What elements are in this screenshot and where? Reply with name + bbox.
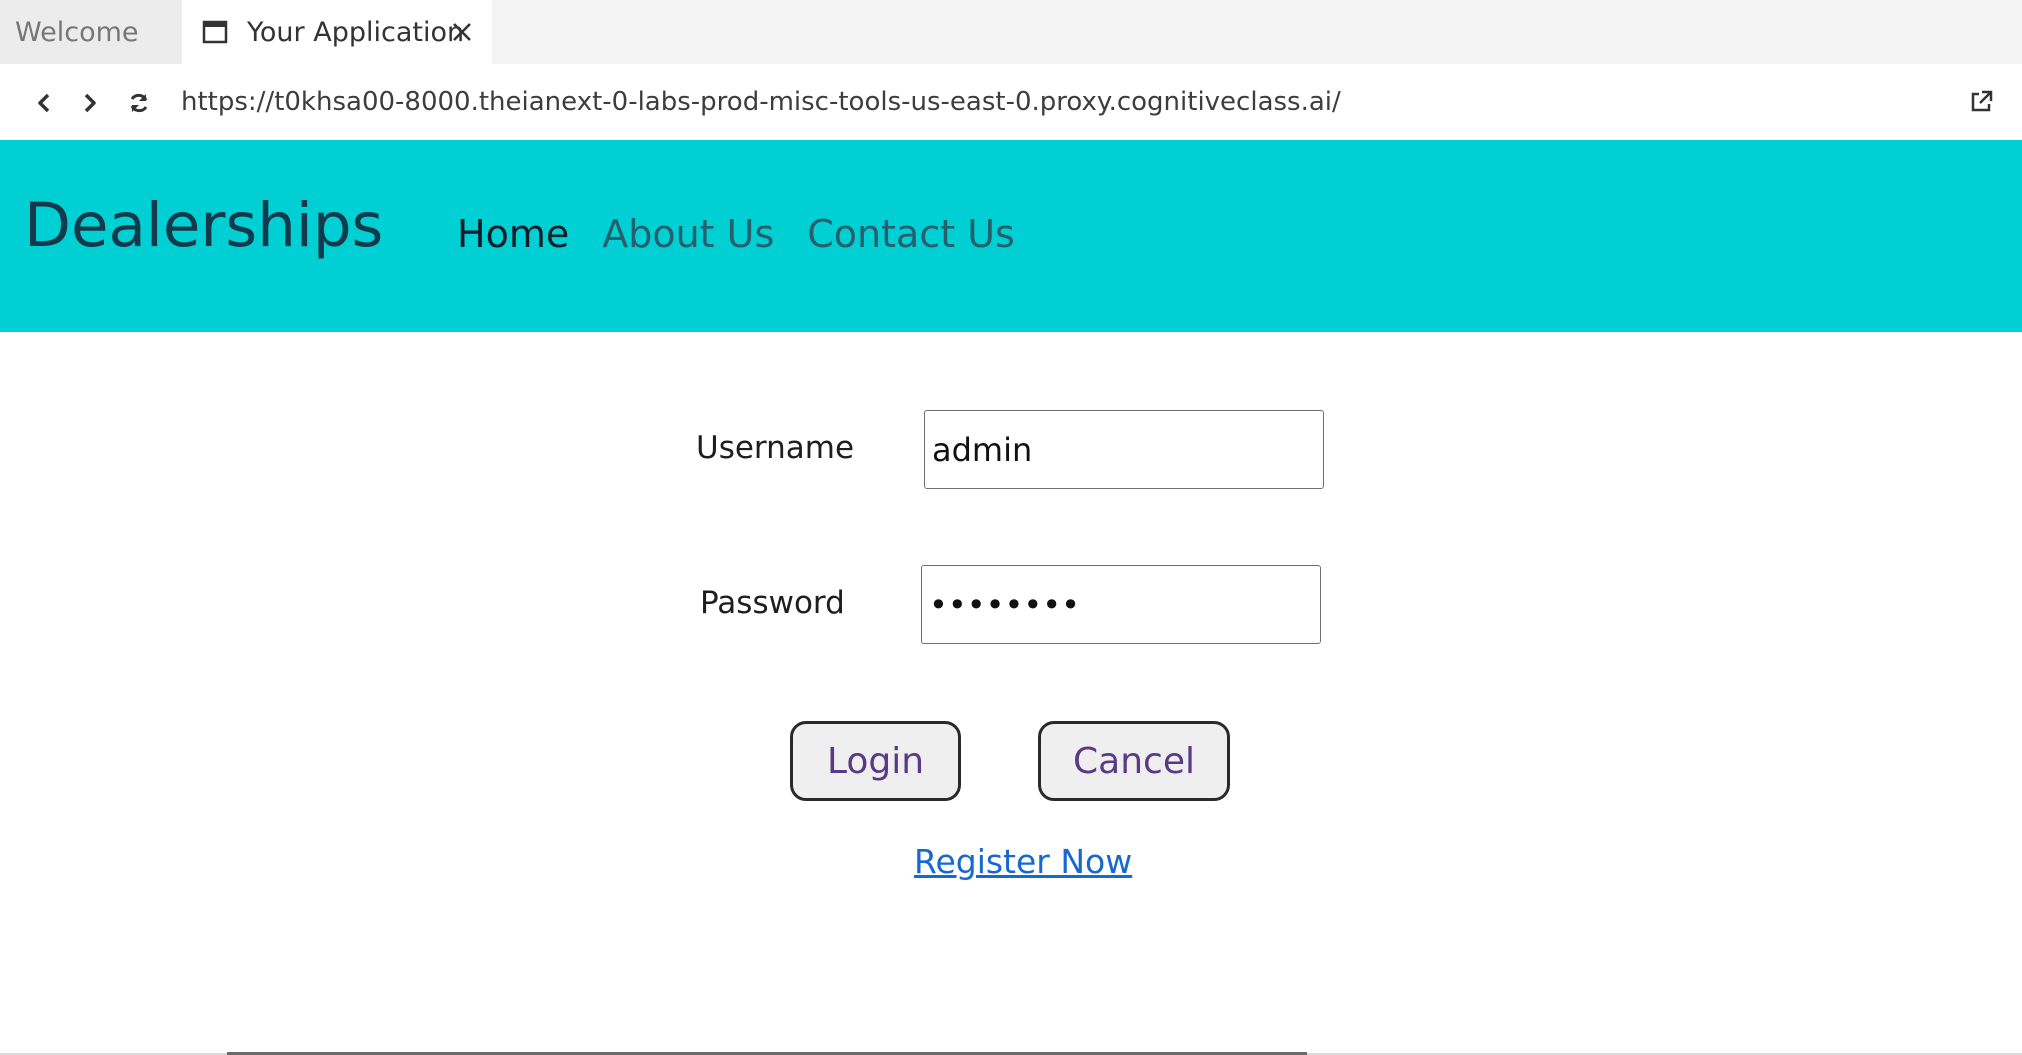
tab-label: Your Application xyxy=(247,16,465,48)
tab-welcome[interactable]: Welcome xyxy=(0,0,182,64)
open-external-icon[interactable] xyxy=(1968,89,1996,117)
close-icon[interactable] xyxy=(448,18,476,46)
browser-window-icon xyxy=(202,19,228,45)
site-navbar: Dealerships Home About Us Contact Us xyxy=(0,140,2022,332)
browser-toolbar: https://t0khsa00-8000.theianext-0-labs-p… xyxy=(0,64,2022,140)
nav-about-us[interactable]: About Us xyxy=(602,212,774,256)
tab-label: Welcome xyxy=(15,16,139,48)
refresh-icon[interactable] xyxy=(124,88,154,118)
password-input[interactable] xyxy=(921,565,1321,644)
nav-links: Home About Us Contact Us xyxy=(457,212,1015,256)
address-bar-url[interactable]: https://t0khsa00-8000.theianext-0-labs-p… xyxy=(181,84,1341,120)
register-now-link[interactable]: Register Now xyxy=(914,842,1132,881)
tab-your-application[interactable]: Your Application xyxy=(182,0,492,64)
tab-bar: Welcome Your Application xyxy=(0,0,2022,64)
back-icon[interactable] xyxy=(29,88,59,118)
forward-icon[interactable] xyxy=(75,88,105,118)
nav-home[interactable]: Home xyxy=(457,212,569,256)
password-label: Password xyxy=(700,585,845,621)
nav-contact-us[interactable]: Contact Us xyxy=(807,212,1015,256)
username-input[interactable] xyxy=(924,410,1324,489)
username-label: Username xyxy=(696,430,855,466)
cancel-button[interactable]: Cancel xyxy=(1038,721,1230,801)
brand-title[interactable]: Dealerships xyxy=(24,190,383,261)
login-button[interactable]: Login xyxy=(790,721,961,801)
